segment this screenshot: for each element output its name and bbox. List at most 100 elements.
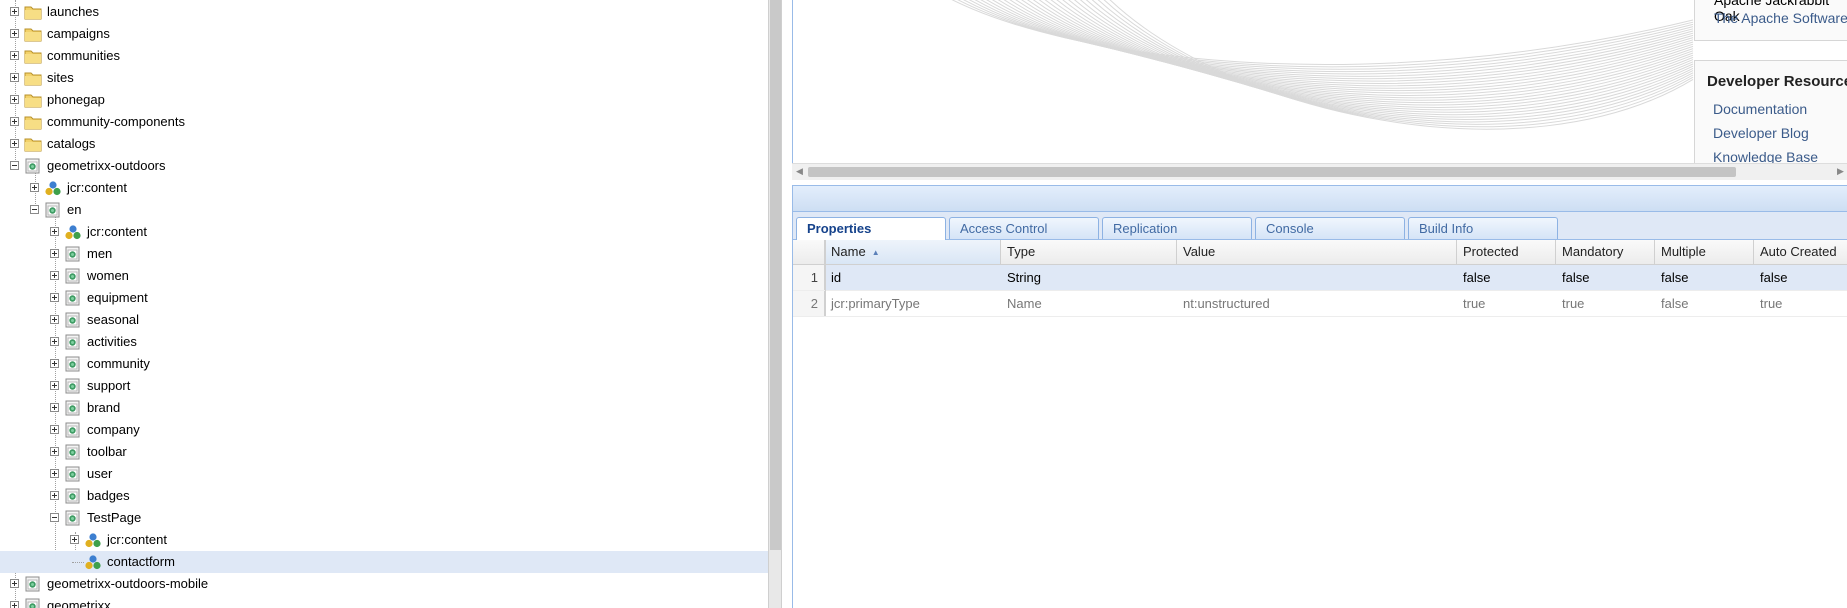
tree-node-label[interactable]: women bbox=[87, 265, 129, 287]
column-header-multiple[interactable]: Multiple bbox=[1655, 240, 1754, 264]
tree-node[interactable]: sites bbox=[0, 67, 768, 89]
tree-node[interactable]: women bbox=[0, 265, 768, 287]
tree-node[interactable]: activities bbox=[0, 331, 768, 353]
tree-node[interactable]: support bbox=[0, 375, 768, 397]
tree-node-label[interactable]: men bbox=[87, 243, 112, 265]
scroll-right-icon[interactable]: ▶ bbox=[1837, 166, 1844, 177]
column-header-name[interactable]: Name ▲ bbox=[825, 240, 1001, 264]
tree-node-label[interactable]: catalogs bbox=[47, 133, 95, 155]
expand-icon[interactable] bbox=[50, 315, 59, 324]
cell-multiple[interactable]: false bbox=[1655, 265, 1754, 290]
tree-node[interactable]: jcr:content bbox=[0, 177, 768, 199]
expand-icon[interactable] bbox=[50, 425, 59, 434]
collapse-icon[interactable] bbox=[50, 513, 59, 522]
tree-node-label[interactable]: toolbar bbox=[87, 441, 127, 463]
cell-type[interactable]: String bbox=[1001, 265, 1177, 290]
tree-node[interactable]: phonegap bbox=[0, 89, 768, 111]
tree-node[interactable]: campaigns bbox=[0, 23, 768, 45]
tree-node-label[interactable]: jcr:content bbox=[107, 529, 167, 551]
column-header-auto-created[interactable]: Auto Created bbox=[1754, 240, 1847, 264]
cell-name[interactable]: jcr:primaryType bbox=[825, 291, 1001, 316]
tab-build-info[interactable]: Build Info bbox=[1408, 217, 1558, 239]
expand-icon[interactable] bbox=[50, 293, 59, 302]
cell-multiple[interactable]: false bbox=[1655, 291, 1754, 316]
expand-icon[interactable] bbox=[50, 271, 59, 280]
tree-node[interactable]: jcr:content bbox=[0, 529, 768, 551]
column-header-value[interactable]: Value bbox=[1177, 240, 1457, 264]
cell-mandatory[interactable]: true bbox=[1556, 291, 1655, 316]
expand-icon[interactable] bbox=[10, 601, 19, 608]
expand-icon[interactable] bbox=[50, 227, 59, 236]
expand-icon[interactable] bbox=[10, 579, 19, 588]
tree-node-label[interactable]: equipment bbox=[87, 287, 148, 309]
expand-icon[interactable] bbox=[10, 117, 19, 126]
scroll-left-icon[interactable]: ◀ bbox=[796, 166, 803, 177]
tree-node-label[interactable]: communities bbox=[47, 45, 120, 67]
tree-node-label[interactable]: community bbox=[87, 353, 150, 375]
expand-icon[interactable] bbox=[50, 403, 59, 412]
cell-type[interactable]: Name bbox=[1001, 291, 1177, 316]
cell-name[interactable]: id bbox=[825, 265, 1001, 290]
tree-node-label[interactable]: jcr:content bbox=[67, 177, 127, 199]
expand-icon[interactable] bbox=[10, 29, 19, 38]
tree-node-label[interactable]: geometrixx-outdoors-mobile bbox=[47, 573, 208, 595]
expand-icon[interactable] bbox=[50, 337, 59, 346]
tree-node-label[interactable]: launches bbox=[47, 1, 99, 23]
cell-value[interactable]: nt:unstructured bbox=[1177, 291, 1457, 316]
tree-node[interactable]: equipment bbox=[0, 287, 768, 309]
expand-icon[interactable] bbox=[50, 447, 59, 456]
cell-protected[interactable]: true bbox=[1457, 291, 1556, 316]
expand-icon[interactable] bbox=[10, 73, 19, 82]
collapse-icon[interactable] bbox=[30, 205, 39, 214]
column-header-protected[interactable]: Protected bbox=[1457, 240, 1556, 264]
cell-protected[interactable]: false bbox=[1457, 265, 1556, 290]
tree-scrollbar[interactable] bbox=[768, 0, 782, 608]
tree-node[interactable]: geometrixx bbox=[0, 595, 768, 608]
tree-node[interactable]: geometrixx-outdoors-mobile bbox=[0, 573, 768, 595]
expand-icon[interactable] bbox=[30, 183, 39, 192]
tree-node-label[interactable]: user bbox=[87, 463, 112, 485]
cell-auto-created[interactable]: true bbox=[1754, 291, 1847, 316]
tree-node[interactable]: badges bbox=[0, 485, 768, 507]
expand-icon[interactable] bbox=[50, 491, 59, 500]
horizontal-scrollbar-thumb[interactable] bbox=[808, 167, 1736, 177]
tree-node-label[interactable]: company bbox=[87, 419, 140, 441]
tree-node[interactable]: en bbox=[0, 199, 768, 221]
tree-node[interactable]: company bbox=[0, 419, 768, 441]
expand-icon[interactable] bbox=[50, 359, 59, 368]
tree-node-label[interactable]: badges bbox=[87, 485, 130, 507]
welcome-horizontal-scrollbar[interactable]: ◀ ▶ bbox=[792, 163, 1847, 180]
column-header-type[interactable]: Type bbox=[1001, 240, 1177, 264]
table-row[interactable]: 2 jcr:primaryType Name nt:unstructured t… bbox=[793, 291, 1847, 317]
tree-node-label[interactable]: seasonal bbox=[87, 309, 139, 331]
tree-node[interactable]: seasonal bbox=[0, 309, 768, 331]
tree-node[interactable]: user bbox=[0, 463, 768, 485]
tree-node-label[interactable]: phonegap bbox=[47, 89, 105, 111]
tree-node-label[interactable]: geometrixx-outdoors bbox=[47, 155, 166, 177]
documentation-link[interactable]: Documentation bbox=[1713, 101, 1807, 117]
tree-node[interactable]: contactform bbox=[0, 551, 768, 573]
tree-node[interactable]: men bbox=[0, 243, 768, 265]
tab-replication[interactable]: Replication bbox=[1102, 217, 1252, 239]
column-header-mandatory[interactable]: Mandatory bbox=[1556, 240, 1655, 264]
tree-node-label[interactable]: TestPage bbox=[87, 507, 141, 529]
expand-icon[interactable] bbox=[10, 51, 19, 60]
tree-node-label[interactable]: community-components bbox=[47, 111, 185, 133]
tab-access-control[interactable]: Access Control bbox=[949, 217, 1099, 239]
tree-node-label[interactable]: jcr:content bbox=[87, 221, 147, 243]
collapse-icon[interactable] bbox=[10, 161, 19, 170]
tree-node-label[interactable]: activities bbox=[87, 331, 137, 353]
tree-node-label[interactable]: brand bbox=[87, 397, 120, 419]
expand-icon[interactable] bbox=[50, 469, 59, 478]
cell-auto-created[interactable]: false bbox=[1754, 265, 1847, 290]
expand-icon[interactable] bbox=[50, 249, 59, 258]
cell-mandatory[interactable]: false bbox=[1556, 265, 1655, 290]
expand-icon[interactable] bbox=[10, 139, 19, 148]
expand-icon[interactable] bbox=[10, 95, 19, 104]
resource-link[interactable]: The Apache Software bbox=[1714, 10, 1847, 26]
tree-node-label[interactable]: campaigns bbox=[47, 23, 110, 45]
tree-scrollbar-thumb[interactable] bbox=[770, 0, 781, 550]
tree-node[interactable]: brand bbox=[0, 397, 768, 419]
tree-node[interactable]: communities bbox=[0, 45, 768, 67]
expand-icon[interactable] bbox=[50, 381, 59, 390]
